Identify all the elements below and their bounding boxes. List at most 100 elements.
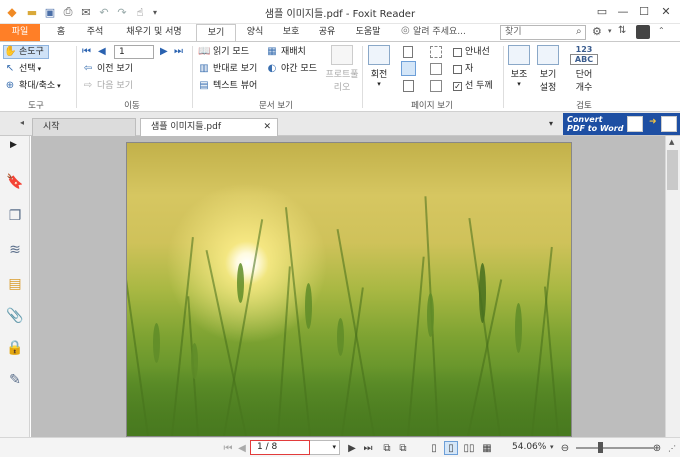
hand-tool-button[interactable]: ✋ 손도구	[3, 45, 49, 59]
reflow-icon: ▦	[267, 46, 277, 57]
line-weight-checkbox[interactable]: ✓ 선 두께	[453, 79, 493, 93]
last-page-icon[interactable]: ⏭	[174, 46, 183, 57]
next-page-icon[interactable]: ▶	[346, 441, 358, 455]
tab-comment[interactable]: 주석	[78, 24, 112, 41]
group-label-review: 검토	[576, 101, 592, 111]
comments-icon[interactable]: ▤	[5, 274, 25, 294]
reverse-icon: ▥	[199, 63, 209, 74]
first-page-icon[interactable]: ⏮	[222, 441, 234, 455]
minimize-button[interactable]: —	[613, 2, 633, 20]
resize-grip-icon[interactable]: ⋰	[666, 441, 678, 455]
search-icon[interactable]: ⌕	[576, 26, 586, 38]
signature-icon[interactable]: ✎	[5, 370, 25, 390]
text-viewer-button[interactable]: ▤ 텍스트 뷰어	[198, 79, 257, 93]
collapse-ribbon-icon[interactable]: ⌃	[658, 26, 665, 35]
night-mode-button[interactable]: ◐ 야간 모드	[266, 62, 317, 76]
page-indicator-input[interactable]: 1 / 8	[250, 440, 310, 455]
tab-help[interactable]: 도움말	[346, 24, 390, 41]
split-view-icon[interactable]	[430, 46, 442, 58]
last-page-icon[interactable]: ⏭	[362, 441, 374, 455]
page-dropdown[interactable]: ▾	[310, 440, 340, 455]
prev-page-icon[interactable]: ◀	[98, 46, 106, 57]
print-icon[interactable]: ⎙	[60, 4, 76, 20]
select-tool-button[interactable]: ↖ 선택 ▾	[4, 62, 41, 76]
tab-protect[interactable]: 보호	[274, 24, 308, 41]
zoom-out-icon[interactable]: ⊖	[558, 441, 572, 455]
reflow-button[interactable]: ▦ 재배치	[266, 45, 306, 59]
maximize-button[interactable]: ☐	[634, 2, 654, 20]
tab-form[interactable]: 양식	[238, 24, 272, 41]
tab-home[interactable]: 홈	[46, 24, 76, 41]
attachment-icon[interactable]: 📎	[5, 306, 25, 326]
scroll-up-icon[interactable]: ▲	[669, 138, 674, 146]
zoom-dropdown-icon[interactable]: ▾	[550, 443, 554, 451]
tab-fill-sign[interactable]: 채우기 및 서명	[114, 24, 194, 41]
facing-page-icon[interactable]	[403, 80, 414, 92]
title-bar: ◆ ▬ ▣ ⎙ ✉ ↶ ↷ ☝ ▾ 샘플 이미지들.pdf - Foxit Re…	[0, 0, 680, 24]
dropdown-arrows-icon[interactable]: ⇅	[618, 25, 632, 39]
close-tab-icon[interactable]: ✕	[263, 119, 271, 135]
tab-menu-icon[interactable]: ▾	[549, 119, 553, 128]
single-page-view-icon[interactable]: ▯	[428, 441, 440, 455]
ruler-checkbox[interactable]: 자	[453, 62, 473, 76]
guides-checkbox[interactable]: 안내선	[453, 45, 490, 59]
continuous-page-icon[interactable]	[401, 61, 416, 76]
tab-list-icon[interactable]: ◂	[20, 118, 24, 127]
find-input[interactable]: 찾기	[500, 25, 586, 40]
next-page-icon[interactable]: ▶	[160, 46, 168, 57]
scrollbar-thumb[interactable]	[667, 150, 678, 190]
lock-icon[interactable]: 🔒	[5, 338, 25, 358]
continuous-facing-icon[interactable]: ▦	[480, 441, 494, 455]
word-count-button[interactable]: 123 ABC 단어 개수	[568, 45, 600, 93]
group-label-doc-view: 문서 보기	[259, 101, 293, 111]
zoom-slider-handle[interactable]	[598, 442, 603, 453]
hand-tool-icon[interactable]: ☝	[132, 4, 148, 20]
word-count-icon: 123	[575, 45, 593, 54]
move-page-icon[interactable]: ⧉	[396, 441, 410, 455]
cover-page-icon[interactable]	[430, 63, 442, 75]
page-number-input[interactable]: 1	[114, 45, 154, 59]
continuous-view-icon[interactable]: ▯	[444, 441, 458, 455]
read-mode-button[interactable]: 📖 읽기 모드	[198, 45, 249, 59]
next-view-button[interactable]: ⇨ 다음 보기	[82, 79, 133, 93]
tab-view[interactable]: 보기	[196, 24, 236, 42]
zoom-slider[interactable]	[576, 447, 654, 449]
email-icon[interactable]: ✉	[78, 4, 94, 20]
tab-document[interactable]: 샘플 이미지들.pdf ✕	[140, 118, 278, 136]
previous-view-button[interactable]: ⇦ 이전 보기	[82, 62, 133, 76]
rotate-button[interactable]: 회전 ▾	[366, 45, 392, 88]
open-icon[interactable]: ▬	[24, 4, 40, 20]
reverse-view-button[interactable]: ▥ 반대로 보기	[198, 62, 257, 76]
save-icon[interactable]: ▣	[42, 4, 58, 20]
chevron-down-icon[interactable]: ▾	[608, 27, 612, 35]
facing-view-icon[interactable]: ▯▯	[462, 441, 476, 455]
tell-me-search[interactable]: 알려 주세요...	[413, 25, 495, 39]
convert-ad-banner[interactable]: Convert PDF to Word ➜	[563, 113, 680, 135]
zoom-level[interactable]: 54.06%	[512, 442, 552, 452]
redo-icon[interactable]: ↷	[114, 4, 130, 20]
customize-dropdown-icon[interactable]: ▾	[147, 4, 163, 20]
undo-icon[interactable]: ↶	[96, 4, 112, 20]
copy-page-icon[interactable]: ⧉	[380, 441, 394, 455]
tab-file[interactable]: 파일	[0, 24, 40, 41]
close-button[interactable]: ✕	[656, 2, 676, 20]
user-avatar-icon[interactable]	[636, 25, 650, 39]
group-label-go: 이동	[124, 101, 140, 111]
expand-panel-icon[interactable]: ▶	[10, 140, 17, 150]
single-page-icon[interactable]	[403, 46, 413, 58]
bookmark-icon[interactable]: 🔖	[5, 172, 25, 192]
gear-icon[interactable]: ⚙	[592, 25, 608, 39]
first-page-icon[interactable]: ⏮	[82, 46, 91, 57]
prev-page-icon[interactable]: ◀	[236, 441, 248, 455]
pages-icon[interactable]: ❐	[5, 206, 25, 226]
layers-icon[interactable]: ≋	[5, 240, 25, 260]
view-settings-button[interactable]: 보기 설정	[535, 45, 561, 93]
zoom-icon: ⊕	[5, 80, 15, 91]
tab-start[interactable]: 시작	[32, 118, 136, 136]
tab-share[interactable]: 공유	[310, 24, 344, 41]
assist-button[interactable]: 보조 ▾	[507, 45, 531, 88]
page-transition-icon[interactable]	[430, 80, 442, 92]
ribbon-options-icon[interactable]: ▭	[592, 2, 612, 20]
presentation-button[interactable]: 프로트풀 리오	[325, 45, 359, 93]
zoom-tool-button[interactable]: ⊕ 확대/축소 ▾	[4, 79, 61, 93]
